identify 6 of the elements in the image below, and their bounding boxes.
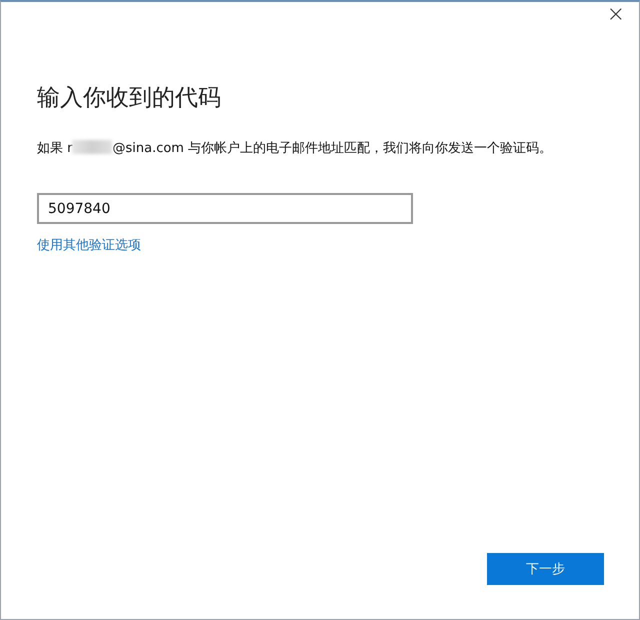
other-options-link[interactable]: 使用其他验证选项 [37,236,141,254]
code-input-field[interactable]: 5097840 [37,193,413,224]
close-button[interactable]: × [600,4,631,26]
page-heading: 输入你收到的代码 [37,84,221,113]
next-button[interactable]: 下一步 [487,553,604,585]
description-text: 如果 r @sina.com 与你帐户上的电子邮件地址匹配，我们将向你发送一个验证码。 [37,139,552,157]
